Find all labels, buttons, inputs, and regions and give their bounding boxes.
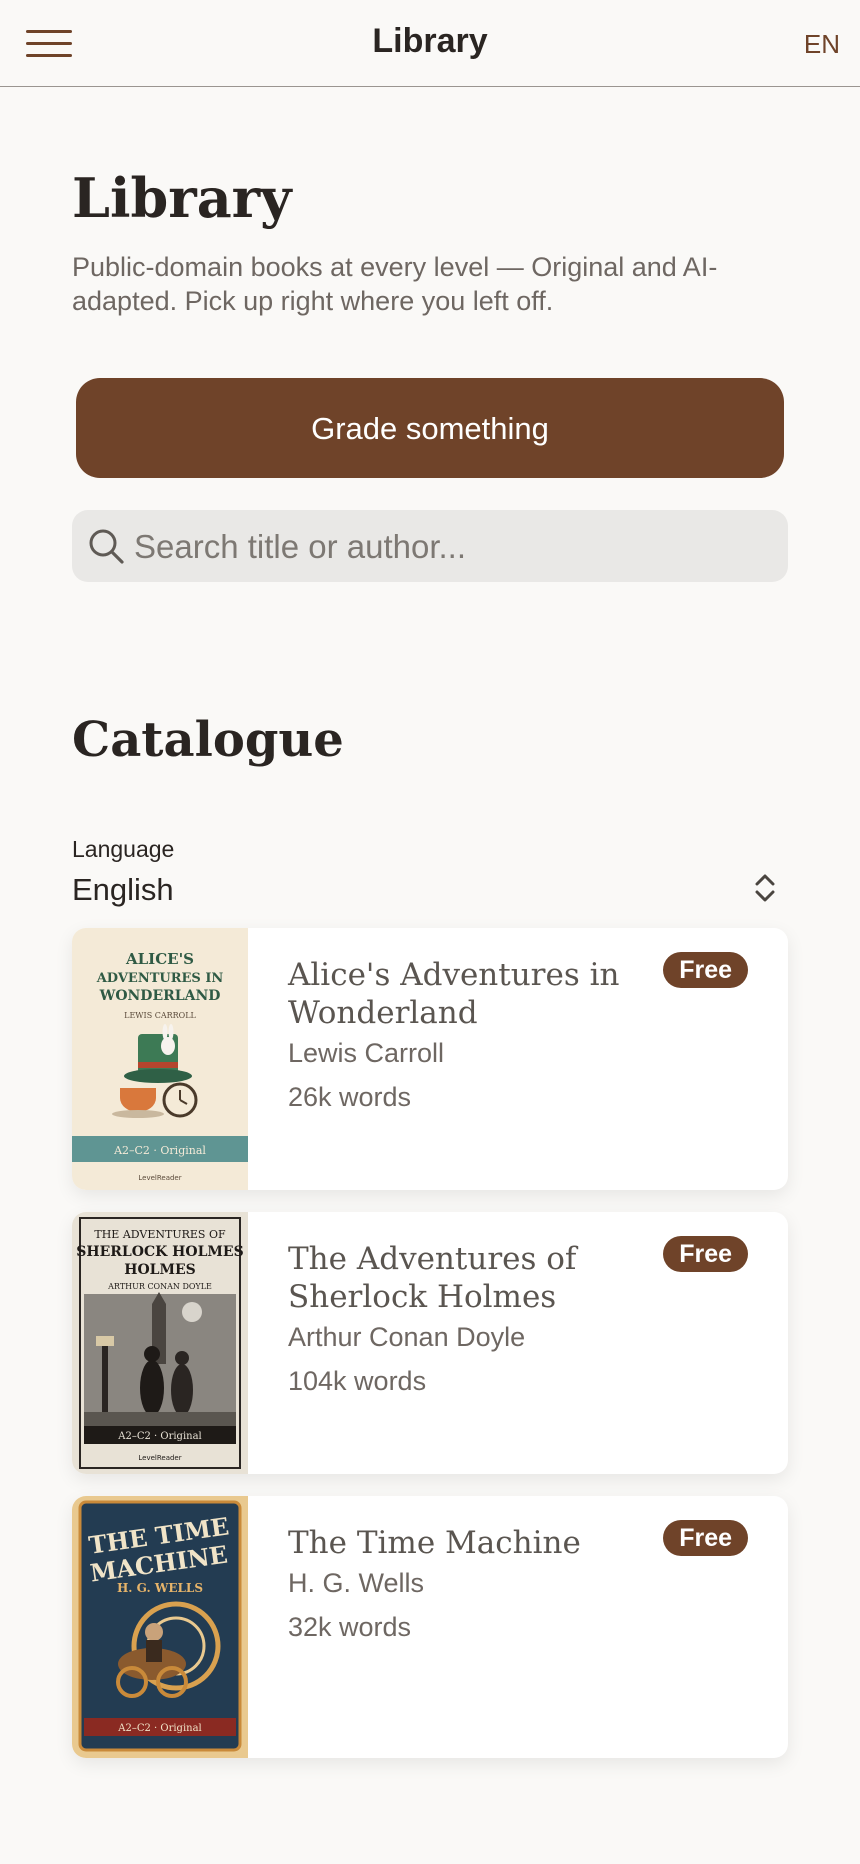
book-cover-time-machine: THE TIME MACHINE H. G. WELLS A2–C2 · Ori… [72,1496,248,1758]
book-cover-alice: ALICE'S ADVENTURES IN WONDERLAND LEWIS C… [72,928,248,1190]
cover-title-line: ALICE'S [125,950,194,968]
cover-title-line: SHERLOCK HOLMES [76,1244,243,1260]
book-title: The Time Machine [288,1525,581,1561]
language-switch[interactable]: EN [804,29,840,60]
free-badge: Free [663,1236,748,1272]
page-subtitle: Public-domain books at every level — Ori… [72,252,718,316]
book-title: Alice's Adventures in Wonderland [288,957,620,1031]
cover-brand: LevelReader [138,1454,181,1462]
book-author: Arthur Conan Doyle [288,1322,526,1352]
book-title: The Adventures of Sherlock Holmes [288,1241,577,1315]
book-card-time-machine[interactable]: THE TIME MACHINE H. G. WELLS A2–C2 · Ori… [72,1496,788,1758]
book-word-count: 32k words [288,1612,412,1642]
cover-title-line: WONDERLAND [99,988,221,1004]
search-bar [72,510,788,584]
language-select-value: English [72,872,174,907]
chevron-up-down-icon [755,874,775,902]
page-title: Library [72,166,292,230]
cover-title-line: ADVENTURES IN [96,971,224,986]
language-select[interactable]: English [72,868,788,916]
book-author: Lewis Carroll [288,1038,445,1068]
header-title: Library [372,22,488,60]
cover-title-line: THE ADVENTURES OF [94,1228,226,1241]
book-author: H. G. Wells [288,1568,425,1598]
book-card-alice[interactable]: ALICE'S ADVENTURES IN WONDERLAND LEWIS C… [72,928,788,1190]
cover-level: A2–C2 · Original [113,1144,206,1157]
search-input[interactable] [132,510,776,584]
cover-title-line: HOLMES [124,1262,196,1278]
catalogue-title: Catalogue [72,712,344,768]
book-word-count: 26k words [288,1082,412,1112]
free-badge: Free [663,952,748,988]
cover-level: A2–C2 · Original [117,1431,202,1442]
search-icon [89,529,124,564]
free-badge: Free [663,1520,748,1556]
cover-author: ARTHUR CONAN DOYLE [107,1282,212,1291]
cover-author: LEWIS CARROLL [124,1011,196,1020]
cover-level: A2–C2 · Original [117,1723,202,1734]
book-word-count: 104k words [288,1366,427,1396]
cover-brand: LevelReader [138,1174,181,1182]
grade-something-button[interactable]: Grade something [76,378,784,478]
book-card-sherlock[interactable]: THE ADVENTURES OF SHERLOCK HOLMES HOLMES… [72,1212,788,1474]
top-bar: Library EN [0,0,860,87]
language-label: Language [72,836,175,862]
book-cover-sherlock: THE ADVENTURES OF SHERLOCK HOLMES HOLMES… [72,1212,248,1474]
cover-author: H. G. WELLS [117,1581,203,1595]
